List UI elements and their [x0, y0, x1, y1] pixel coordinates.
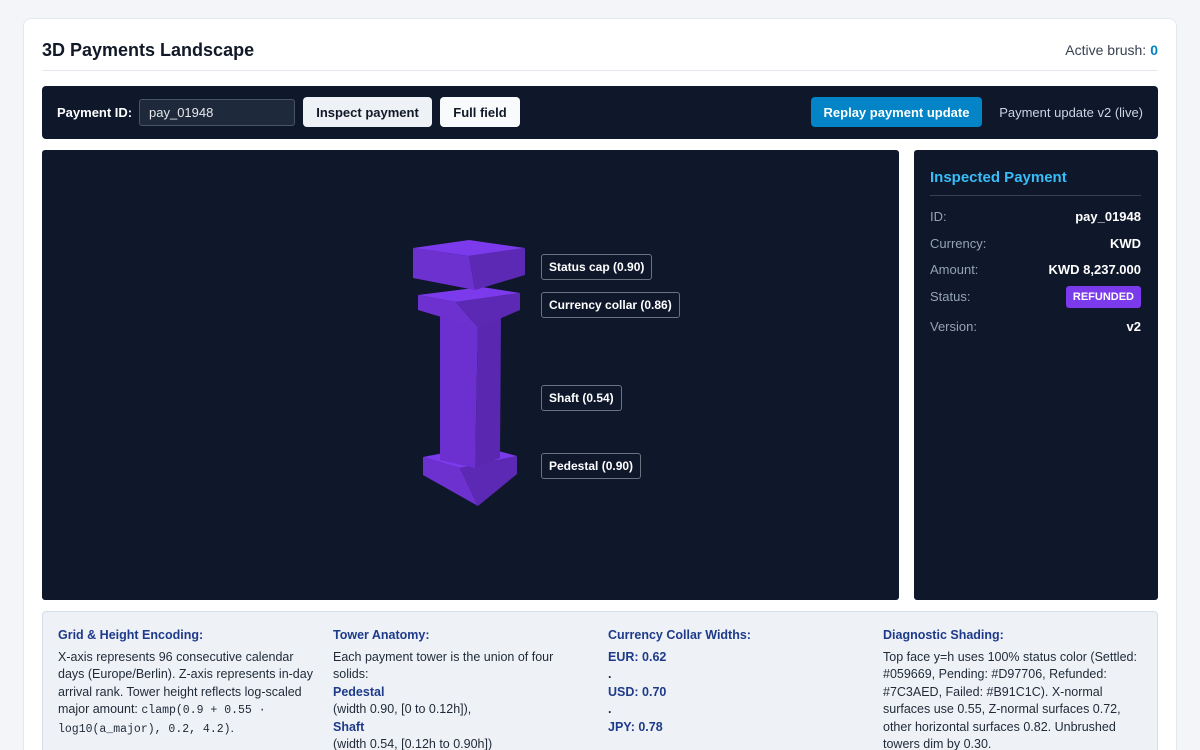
separator: .	[608, 702, 612, 716]
pedestal-label: Pedestal (0.90)	[541, 453, 642, 479]
collar-eur: EUR: 0.62	[608, 649, 667, 664]
pedestal-desc: (width 0.90, [0 to 0.12h]),	[333, 702, 472, 716]
active-brush-indicator: Active brush: 0	[1065, 42, 1158, 58]
legend-heading: Tower Anatomy:	[333, 628, 430, 642]
divider	[930, 195, 1141, 196]
detail-row-status: Status: REFUNDED	[930, 286, 1141, 308]
legend-tower-anatomy: Tower Anatomy: Each payment tower is the…	[333, 627, 588, 750]
detail-key: Status:	[930, 289, 971, 304]
active-brush-label: Active brush:	[1065, 42, 1147, 58]
update-status-text: Payment update v2 (live)	[999, 105, 1143, 120]
collar-usd: USD: 0.70	[608, 684, 667, 699]
legend-text-tail: .	[230, 720, 235, 735]
legend-text: Each payment tower is the union of four …	[333, 649, 554, 682]
detail-row-amount: Amount: KWD 8,237.000	[930, 260, 1141, 280]
legend-diagnostic-shading: Diagnostic Shading: Top face y=h uses 10…	[883, 627, 1138, 750]
3d-viewport[interactable]: Status cap (0.90) Currency collar (0.86)…	[42, 150, 899, 600]
legend-text: Top face y=h uses 100% status color (Set…	[883, 649, 1137, 750]
inspected-payment-panel: Inspected Payment ID: pay_01948 Currency…	[914, 150, 1158, 600]
detail-value: KWD 8,237.000	[1048, 262, 1142, 277]
detail-key: Amount:	[930, 262, 979, 277]
pedestal-name: Pedestal	[333, 684, 385, 699]
toolbar: Payment ID: Inspect payment Full field R…	[42, 86, 1158, 139]
detail-row-currency: Currency: KWD	[930, 234, 1141, 254]
detail-row-id: ID: pay_01948	[930, 207, 1141, 227]
detail-key: ID:	[930, 209, 947, 224]
payment-tower-graphic[interactable]	[42, 150, 899, 600]
full-field-button[interactable]: Full field	[440, 97, 520, 127]
encoding-legend: Grid & Height Encoding: X-axis represent…	[42, 611, 1158, 750]
page-title: 3D Payments Landscape	[42, 40, 255, 60]
legend-heading: Diagnostic Shading:	[883, 628, 1004, 642]
inspect-payment-button[interactable]: Inspect payment	[303, 97, 432, 127]
shaft-desc: (width 0.54, [0.12h to 0.90h])	[333, 737, 493, 750]
payment-id-label: Payment ID:	[57, 105, 133, 120]
separator: .	[608, 667, 612, 681]
detail-key: Currency:	[930, 236, 987, 251]
detail-value: KWD	[1109, 236, 1141, 251]
shaft-label: Shaft (0.54)	[541, 385, 622, 411]
legend-heading: Grid & Height Encoding:	[58, 628, 204, 642]
status-cap-label: Status cap (0.90)	[541, 254, 653, 280]
detail-key: Version:	[930, 319, 977, 334]
inspected-payment-title: Inspected Payment	[930, 169, 1067, 186]
detail-value: v2	[1126, 319, 1141, 334]
currency-collar-label: Currency collar (0.86)	[541, 292, 680, 318]
legend-heading: Currency Collar Widths:	[608, 628, 751, 642]
status-badge: REFUNDED	[1065, 286, 1141, 308]
active-brush-value: 0	[1150, 42, 1158, 58]
detail-row-version: Version: v2	[930, 317, 1141, 337]
detail-value: pay_01948	[1075, 209, 1141, 224]
legend-grid-height: Grid & Height Encoding: X-axis represent…	[58, 627, 313, 738]
payment-id-input[interactable]	[139, 99, 295, 126]
page-header: 3D Payments Landscape Active brush: 0	[42, 30, 1158, 71]
collar-jpy: JPY: 0.78	[608, 719, 663, 734]
replay-payment-update-button[interactable]: Replay payment update	[811, 97, 982, 127]
legend-collar-widths: Currency Collar Widths: EUR: 0.62 . USD:…	[608, 627, 863, 736]
shaft-front-face	[440, 315, 478, 468]
shaft-side-face	[475, 317, 501, 468]
shaft-name: Shaft	[333, 719, 365, 734]
